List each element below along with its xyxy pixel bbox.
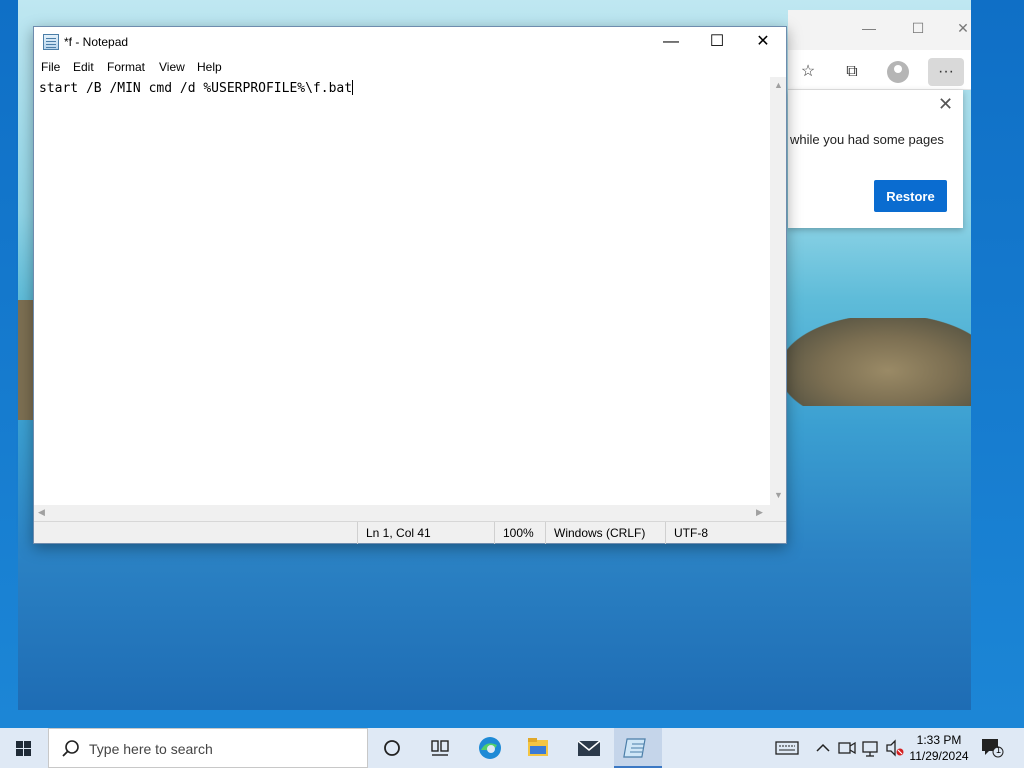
scroll-right-icon[interactable]: ▶ [756, 507, 763, 518]
menu-edit[interactable]: Edit [73, 60, 94, 74]
restore-button[interactable]: Restore [874, 180, 947, 212]
status-encoding: UTF-8 [665, 522, 786, 544]
show-hidden-icons-button[interactable] [812, 728, 834, 768]
network-button[interactable] [860, 728, 882, 768]
restore-message: while you had some pages [790, 132, 944, 147]
cortana-button[interactable] [368, 728, 416, 768]
notepad-icon [623, 738, 646, 758]
task-view-icon [431, 740, 449, 756]
edge-minimize-button[interactable]: — [854, 18, 884, 38]
status-line-ending: Windows (CRLF) [545, 522, 665, 544]
more-options-button[interactable]: ··· [928, 58, 964, 86]
edge-icon [479, 737, 501, 759]
file-explorer-button[interactable] [514, 728, 562, 768]
start-button[interactable] [0, 728, 48, 768]
scroll-up-icon[interactable]: ▲ [774, 80, 783, 90]
restore-panel-close-icon[interactable]: ✕ [938, 94, 953, 115]
clock-date: 11/29/2024 [909, 749, 969, 763]
notification-count: 1 [996, 745, 1002, 755]
horizontal-scrollbar[interactable]: ◀ ▶ [34, 505, 770, 521]
search-placeholder: Type here to search [89, 741, 213, 757]
meet-now-button[interactable] [836, 728, 858, 768]
text-caret [352, 80, 354, 95]
edge-titlebar: — ☐ ✕ [788, 10, 971, 50]
camera-icon [838, 741, 856, 755]
vertical-scrollbar[interactable]: ▲ ▼ [770, 77, 786, 505]
restore-pages-panel: ✕ while you had some pages Restore [788, 90, 963, 228]
profile-button[interactable] [884, 58, 912, 86]
notepad-text-area[interactable]: start /B /MIN cmd /d %USERPROFILE%\f.bat [34, 77, 770, 505]
folder-icon [528, 738, 548, 756]
favorites-star-icon[interactable]: ☆ [794, 58, 822, 86]
notepad-menubar: File Edit Format View Help [34, 57, 786, 77]
edge-close-button[interactable]: ✕ [948, 18, 978, 38]
network-icon [862, 741, 878, 757]
menu-file[interactable]: File [41, 60, 60, 74]
status-zoom: 100% [494, 522, 545, 544]
edge-toolbar: ☆ ⧉ ··· [788, 50, 971, 90]
clock-time: 1:33 PM [916, 733, 962, 747]
search-icon [62, 740, 79, 757]
mail-icon [577, 740, 601, 756]
task-view-button[interactable] [416, 728, 464, 768]
notepad-taskbar-button[interactable] [614, 728, 662, 768]
edge-taskbar-button[interactable] [466, 728, 514, 768]
speaker-muted-icon [886, 739, 904, 757]
notepad-minimize-button[interactable]: — [648, 27, 694, 57]
notepad-title: *f - Notepad [64, 35, 129, 49]
scrollbar-corner [770, 505, 786, 521]
mail-button[interactable] [564, 728, 612, 768]
cortana-circle-icon [384, 740, 400, 756]
wallpaper-hill-left [18, 300, 34, 420]
notepad-close-button[interactable]: ✕ [740, 27, 786, 57]
status-position: Ln 1, Col 41 [357, 522, 494, 544]
avatar [887, 61, 909, 83]
scroll-down-icon[interactable]: ▼ [774, 490, 783, 500]
notepad-statusbar: Ln 1, Col 41 100% Windows (CRLF) UTF-8 [34, 521, 786, 544]
taskbar: Type here to search 1:33 PM 11/29/2024 1 [0, 728, 1024, 768]
notepad-window: *f - Notepad — ☐ ✕ File Edit Format View… [33, 26, 787, 544]
windows-logo-icon [16, 741, 32, 756]
volume-button[interactable] [884, 728, 906, 768]
wallpaper-hill [786, 318, 971, 406]
action-center-button[interactable]: 1 [980, 737, 1004, 759]
menu-view[interactable]: View [159, 60, 185, 74]
notepad-app-icon [43, 34, 59, 50]
keyboard-icon [775, 741, 799, 755]
taskbar-search-box[interactable]: Type here to search [48, 728, 368, 768]
scroll-left-icon[interactable]: ◀ [38, 507, 45, 518]
edge-maximize-button[interactable]: ☐ [903, 18, 933, 38]
menu-help[interactable]: Help [197, 60, 222, 74]
notepad-content: start /B /MIN cmd /d %USERPROFILE%\f.bat [39, 81, 353, 96]
chevron-up-icon [816, 743, 830, 752]
taskbar-clock[interactable]: 1:33 PM 11/29/2024 [904, 732, 974, 764]
notepad-titlebar[interactable]: *f - Notepad — ☐ ✕ [34, 27, 786, 57]
notepad-maximize-button[interactable]: ☐ [694, 27, 740, 57]
collections-icon[interactable]: ⧉ [838, 58, 866, 86]
menu-format[interactable]: Format [107, 60, 145, 74]
keyboard-tray-button[interactable] [772, 728, 802, 768]
